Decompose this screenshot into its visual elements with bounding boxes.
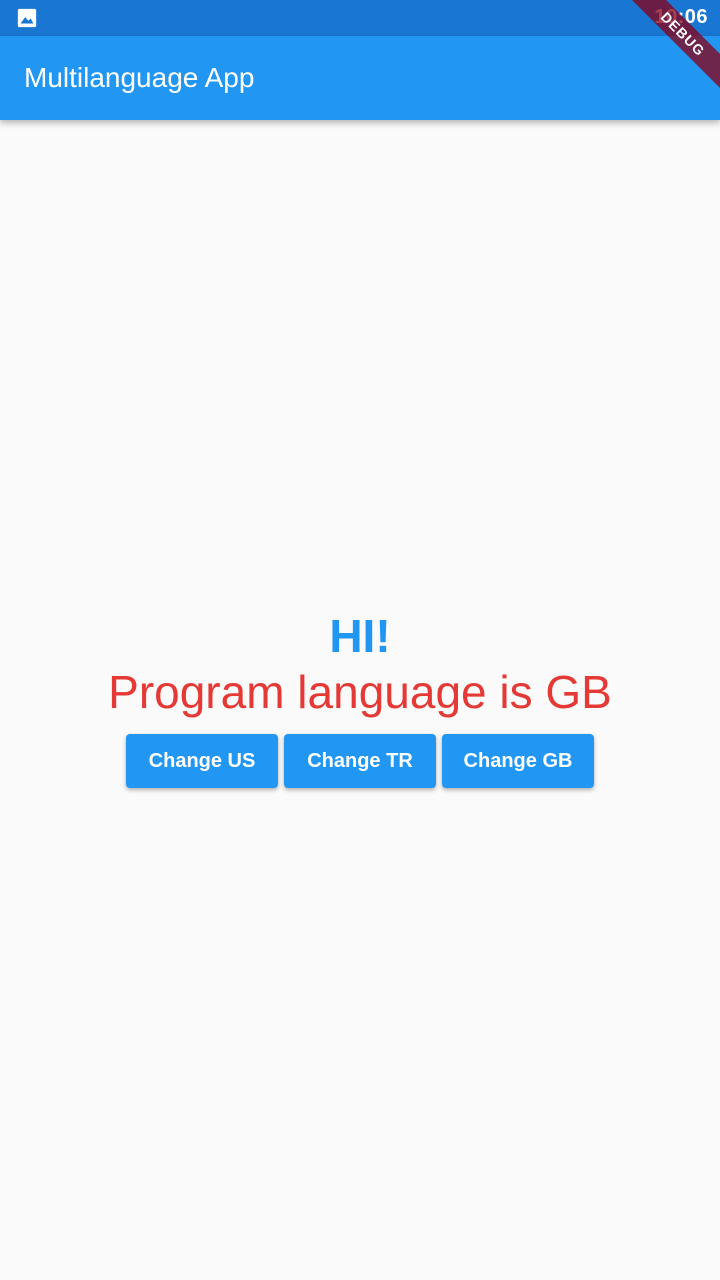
app-title: Multilanguage App: [24, 62, 255, 93]
main-content: HI! Program language is GB Change US Cha…: [0, 608, 720, 788]
change-gb-button[interactable]: Change GB: [442, 734, 594, 788]
status-bar: 10:06: [0, 0, 720, 36]
status-time: 10:06: [654, 6, 708, 28]
app-bar: Multilanguage App: [0, 36, 720, 120]
language-status-text: Program language is GB: [108, 666, 612, 718]
language-button-row: Change US Change TR Change GB: [0, 734, 720, 788]
change-tr-button[interactable]: Change TR: [284, 734, 436, 788]
change-us-button[interactable]: Change US: [126, 734, 278, 788]
greeting-text: HI!: [329, 610, 391, 662]
image-icon: [17, 8, 37, 28]
